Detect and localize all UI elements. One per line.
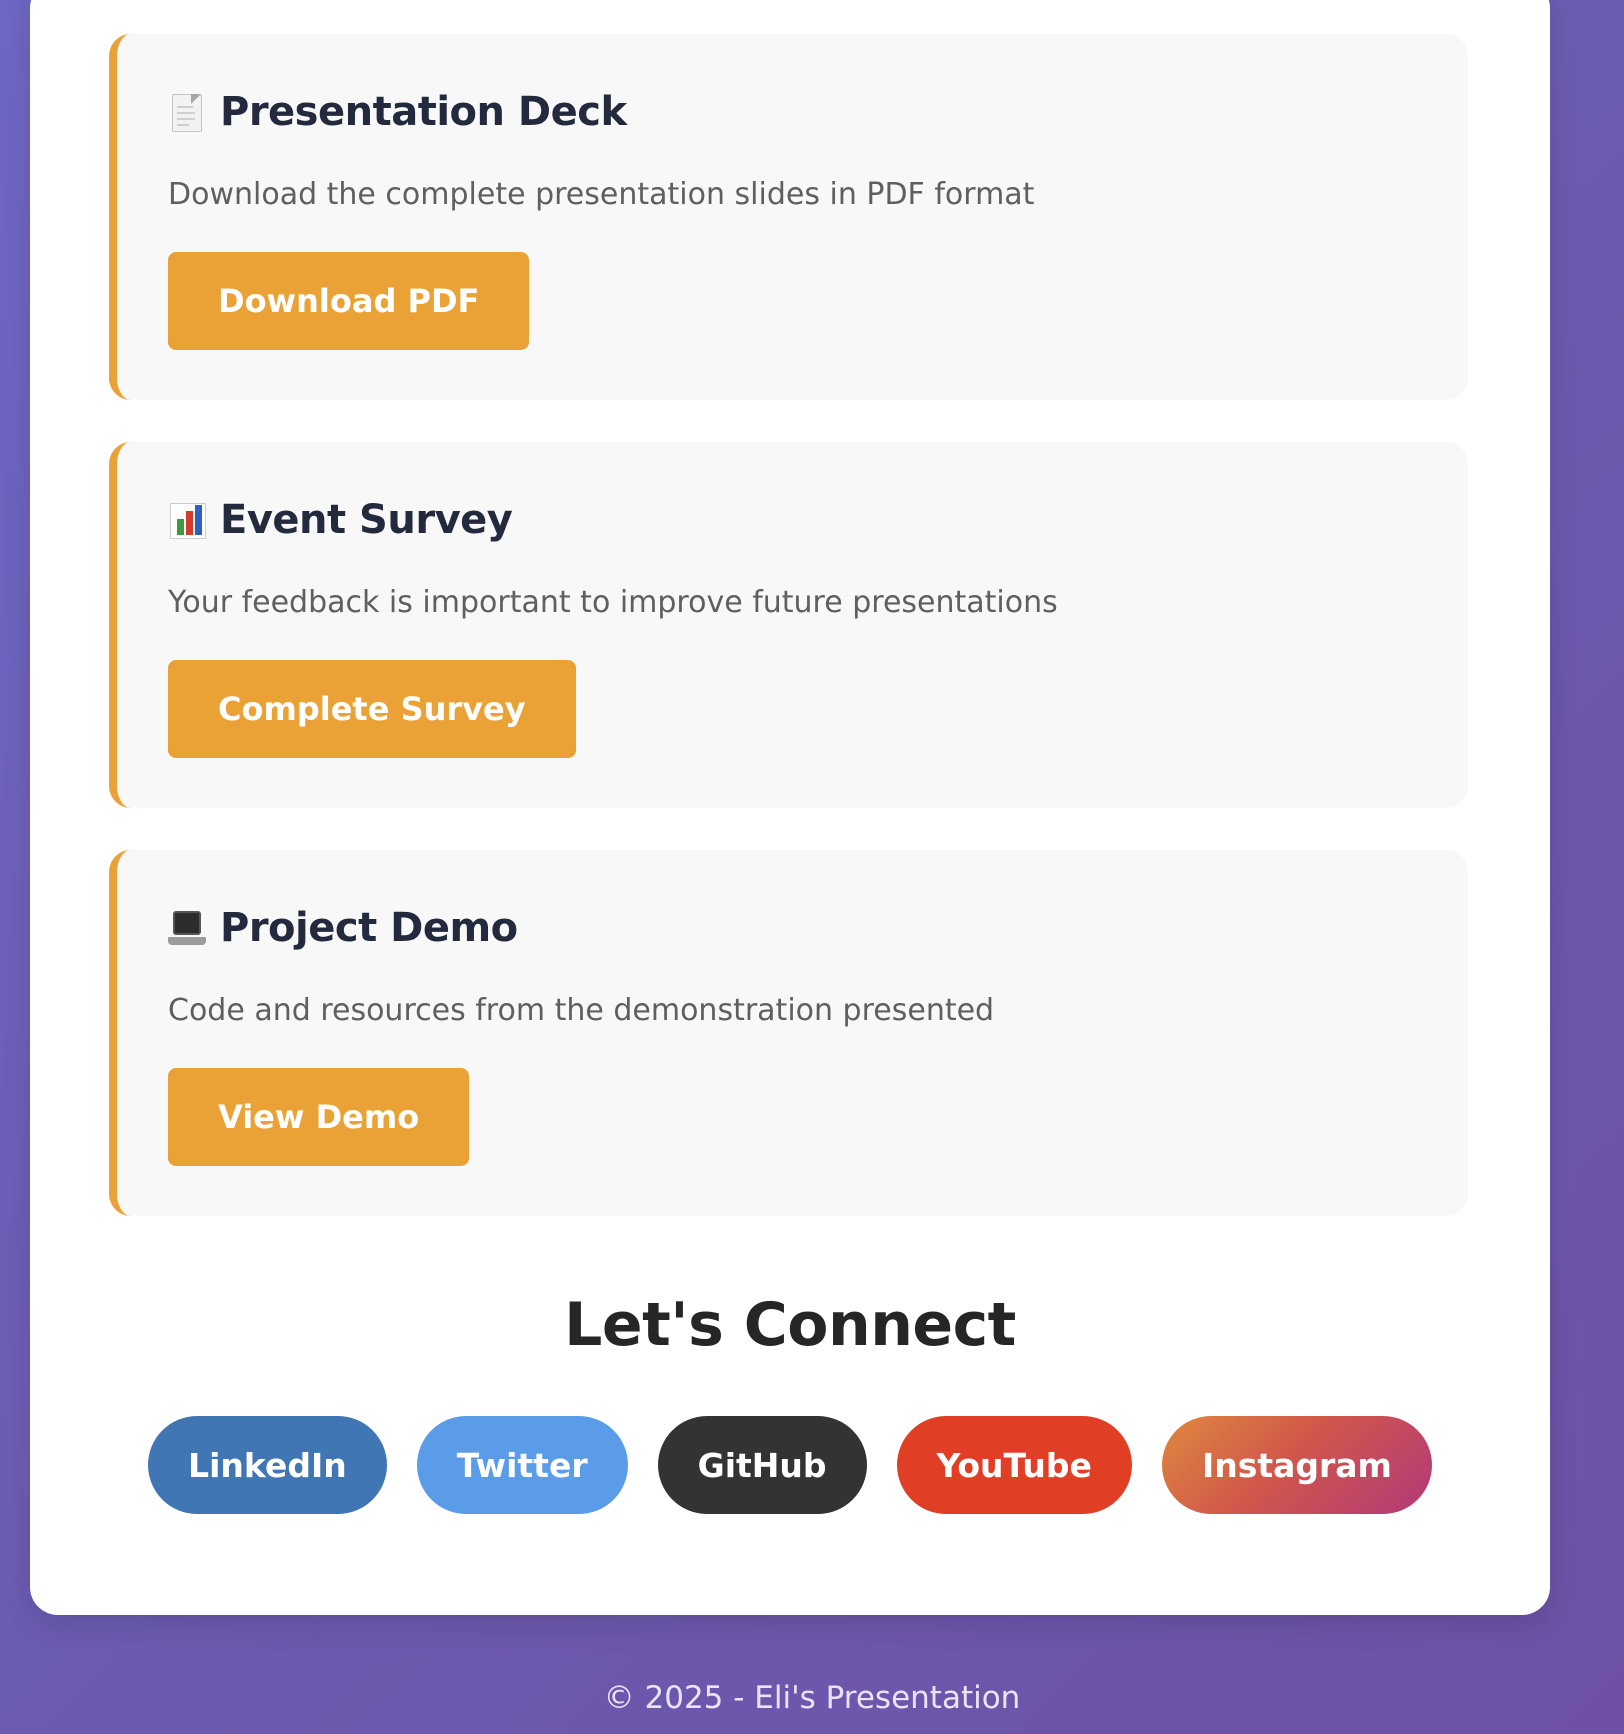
complete-survey-button[interactable]: Complete Survey <box>168 660 576 758</box>
bar-chart-icon <box>168 500 206 540</box>
card-title: Event Survey <box>168 497 513 543</box>
social-links: LinkedIn Twitter GitHub YouTube Instagra… <box>30 1416 1550 1514</box>
youtube-link[interactable]: YouTube <box>896 1416 1132 1514</box>
github-link[interactable]: GitHub <box>657 1416 867 1514</box>
card-title-text: Presentation Deck <box>220 89 627 135</box>
download-pdf-button[interactable]: Download PDF <box>168 252 530 350</box>
card-title: Presentation Deck <box>168 92 627 132</box>
instagram-link[interactable]: Instagram <box>1161 1416 1432 1514</box>
laptop-icon <box>168 908 206 948</box>
connect-title: Let's Connect <box>564 1290 1016 1360</box>
resource-card-presentation-deck: Presentation Deck Download the complete … <box>109 34 1468 400</box>
card-description: Your feedback is important to improve fu… <box>168 585 1058 620</box>
card-description: Code and resources from the demonstratio… <box>168 993 995 1028</box>
footer-copyright: © 2025 - Eli's Presentation <box>603 1680 1021 1716</box>
view-demo-button[interactable]: View Demo <box>168 1068 470 1166</box>
card-title-text: Event Survey <box>220 497 513 543</box>
resources-panel: Presentation Deck Download the complete … <box>30 0 1550 1615</box>
resource-card-project-demo: Project Demo Code and resources from the… <box>109 850 1468 1216</box>
document-icon <box>168 92 206 132</box>
linkedin-link[interactable]: LinkedIn <box>148 1416 387 1514</box>
resource-card-event-survey: Event Survey Your feedback is important … <box>109 442 1468 808</box>
card-description: Download the complete presentation slide… <box>168 177 1035 212</box>
card-title: Project Demo <box>168 908 518 948</box>
twitter-link[interactable]: Twitter <box>416 1416 628 1514</box>
card-title-text: Project Demo <box>220 905 518 951</box>
